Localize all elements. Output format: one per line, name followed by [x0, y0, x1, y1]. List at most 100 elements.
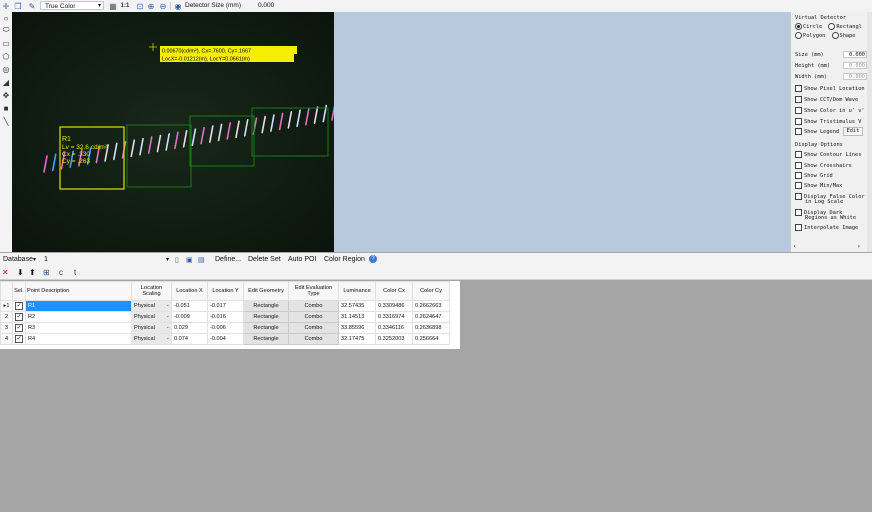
line-tool-icon[interactable]: ◢ [1, 77, 11, 87]
location-x-cell[interactable]: -0.051 [171, 300, 208, 312]
size-input[interactable]: 0.000 [843, 51, 867, 58]
zoom-1to1-button[interactable]: 1:1 [120, 1, 130, 11]
point-description-cell[interactable]: R1 [25, 300, 132, 312]
rectangle-tool-icon[interactable]: ▭ [1, 38, 11, 48]
fit-window-icon[interactable]: ▦ [108, 1, 118, 11]
col-color-cy[interactable]: Color Cy [412, 281, 450, 301]
table-row[interactable]: ▸1 ✓ R1 Physical ⌄ -0.051 -0.017 Rectangl… [0, 300, 450, 312]
copy-image-icon[interactable]: ❐ [13, 1, 23, 11]
edit-geometry-button[interactable]: Rectangle [243, 311, 289, 323]
pen-tool-icon[interactable]: ╲ [1, 116, 11, 126]
edit-evaluation-button[interactable]: Combo [288, 333, 339, 345]
color-region-button[interactable]: Color Region [324, 256, 365, 263]
new-set-icon[interactable]: ▯ [175, 256, 179, 264]
save-set-icon[interactable]: ▣ [186, 256, 193, 264]
text-icon[interactable]: t [74, 268, 76, 277]
edit-geometry-button[interactable]: Rectangle [243, 300, 289, 312]
delete-row-icon[interactable]: ✕ [2, 268, 9, 277]
define-button[interactable]: Define... [215, 256, 241, 263]
col-location-y[interactable]: Location Y [207, 281, 244, 301]
add-row-icon[interactable]: ⊞ [43, 268, 50, 277]
show-color-uv-checkbox[interactable]: Show Color in u' v' [795, 107, 865, 114]
polygon-tool-icon[interactable]: ⬠ [1, 51, 11, 61]
move-up-icon[interactable]: ⬆ [29, 268, 36, 277]
table-row[interactable]: 3 ✓ R3 Physical ⌄ 0.029 -0.006 Rectangle … [0, 322, 450, 334]
zoom-fit-icon[interactable]: ⊡ [135, 1, 145, 11]
edit-geometry-button[interactable]: Rectangle [243, 333, 289, 345]
show-crosshairs-checkbox[interactable]: Show Crosshairs [795, 162, 852, 169]
move-down-icon[interactable]: ⬇ [17, 268, 24, 277]
row-select-checkbox[interactable]: ✓ [15, 302, 23, 310]
location-x-cell[interactable]: 0.074 [171, 333, 208, 345]
edit-legend-button[interactable]: Edit [843, 127, 863, 136]
location-y-cell[interactable]: -0.006 [207, 322, 244, 334]
location-scaling-select[interactable]: Physical ⌄ [131, 311, 172, 323]
database-value[interactable]: 1 [44, 256, 48, 263]
save-as-set-icon[interactable]: ▤ [198, 256, 205, 264]
rectangle-radio[interactable] [828, 23, 836, 30]
measurement-image-view[interactable]: 0.00670(cd/m²), Cx=.7600, Cy=.1667 LocX=… [12, 12, 334, 252]
delete-set-button[interactable]: Delete Set [248, 256, 281, 263]
row-select-checkbox[interactable]: ✓ [15, 335, 23, 343]
location-x-cell[interactable]: 0.029 [171, 322, 208, 334]
move-tool-icon[interactable]: ✥ [1, 90, 11, 100]
edit-evaluation-button[interactable]: Combo [288, 311, 339, 323]
point-description-cell[interactable]: R3 [25, 322, 132, 334]
location-y-cell[interactable]: -0.004 [207, 333, 244, 345]
copy-icon[interactable]: c [59, 268, 63, 277]
col-location-x[interactable]: Location X [171, 281, 208, 301]
point-description-cell[interactable]: R2 [25, 311, 132, 323]
show-pixel-location-checkbox[interactable]: Show Pixel Location [795, 85, 865, 92]
show-contour-checkbox[interactable]: Show Contour Lines [795, 151, 861, 158]
width-input[interactable]: 0.000 [843, 73, 867, 80]
interpolate-image-checkbox[interactable]: Interpolate Image [795, 224, 858, 231]
col-sel[interactable]: Sel. [12, 281, 26, 301]
set-dropdown-icon[interactable]: ▾ [166, 256, 169, 263]
zoom-in-icon[interactable]: ⊕ [146, 1, 156, 11]
circle-radio[interactable] [795, 23, 802, 30]
polygon-radio[interactable] [795, 32, 802, 39]
location-y-cell[interactable]: -0.017 [207, 300, 244, 312]
zoom-out-icon[interactable]: ⊖ [158, 1, 168, 11]
scroll-right-icon[interactable]: › [857, 243, 861, 250]
location-scaling-select[interactable]: Physical ⌄ [131, 300, 172, 312]
col-edit-evaluation-type[interactable]: Edit Evaluation Type [288, 281, 339, 301]
wand-icon[interactable]: ✎ [27, 1, 37, 11]
fill-tool-icon[interactable]: ■ [1, 103, 11, 113]
location-y-cell[interactable]: -0.016 [207, 311, 244, 323]
auto-poi-button[interactable]: Auto POI [288, 256, 316, 263]
location-scaling-select[interactable]: Physical ⌄ [131, 322, 172, 334]
edit-evaluation-button[interactable]: Combo [288, 322, 339, 334]
col-edit-geometry[interactable]: Edit Geometry [243, 281, 289, 301]
right-panel-scrollbar[interactable] [867, 12, 872, 252]
row-select-checkbox[interactable]: ✓ [15, 324, 23, 332]
ellipse-tool-icon[interactable]: ⬭ [1, 25, 11, 35]
col-luminance[interactable]: Luminance [338, 281, 376, 301]
detector-icon[interactable]: ◉ [173, 1, 183, 11]
location-x-cell[interactable]: -0.009 [171, 311, 208, 323]
col-color-cx[interactable]: Color Cx [375, 281, 413, 301]
height-input[interactable]: 0.000 [843, 62, 867, 69]
show-grid-checkbox[interactable]: Show Grid [795, 172, 833, 179]
help-icon[interactable]: ? [369, 255, 377, 263]
crosshair-tool-icon[interactable]: ✛ [1, 1, 11, 11]
shape-tool-icon[interactable]: ◎ [1, 64, 11, 74]
show-legend-checkbox[interactable]: Show Legend [795, 128, 839, 135]
show-minmax-checkbox[interactable]: Show Min/Max [795, 182, 842, 189]
table-row[interactable]: 2 ✓ R2 Physical ⌄ -0.009 -0.016 Rectangle… [0, 311, 450, 323]
color-mode-dropdown[interactable]: True Color ▾ [40, 1, 104, 10]
col-point-description[interactable]: Point Description [25, 281, 132, 301]
show-tristimulus-checkbox[interactable]: Show Tristimulus V [795, 118, 861, 125]
edit-geometry-button[interactable]: Rectangle [243, 322, 289, 334]
database-dropdown-icon[interactable]: ▾ [33, 256, 36, 263]
show-cct-checkbox[interactable]: Show CCT/Dom Wave [795, 96, 858, 103]
circle-tool-icon[interactable]: ○ [1, 13, 11, 23]
point-description-cell[interactable]: R4 [25, 333, 132, 345]
scroll-left-icon[interactable]: ‹ [793, 243, 797, 250]
row-select-checkbox[interactable]: ✓ [15, 313, 23, 321]
col-location-scaling[interactable]: Location Scaling [131, 281, 172, 301]
shape-radio[interactable] [831, 32, 839, 39]
location-scaling-select[interactable]: Physical ⌄ [131, 333, 172, 345]
table-row[interactable]: 4 ✓ R4 Physical ⌄ 0.074 -0.004 Rectangle … [0, 333, 450, 345]
edit-evaluation-button[interactable]: Combo [288, 300, 339, 312]
